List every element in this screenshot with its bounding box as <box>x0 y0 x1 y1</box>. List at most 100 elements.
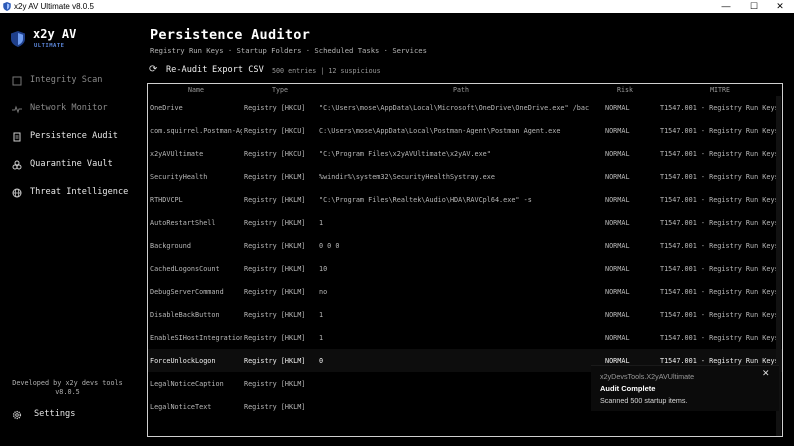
window-title: x2y AV Ultimate v8.0.5 <box>14 2 94 11</box>
cell-path: 0 <box>319 357 324 365</box>
cell-name: DisableBackButton <box>150 311 220 319</box>
sidebar-item-persistence-audit[interactable]: Persistence Audit <box>0 126 135 148</box>
cell-type: Registry [HKLM] <box>244 311 306 319</box>
cell-path: %windir%\system32\SecurityHealthSystray.… <box>319 173 495 181</box>
table-row[interactable]: DebugServerCommand Registry [HKLM] no NO… <box>148 280 782 303</box>
cell-mitre: T1547.001 - Registry Run Keys <box>660 288 779 296</box>
re-audit-button[interactable]: Re-Audit <box>166 65 207 75</box>
sidebar-item-label: Integrity Scan <box>30 75 103 85</box>
toast-message: Scanned 500 startup items. <box>600 396 688 405</box>
table-row[interactable]: com.squirrel.Postman-Agent Registry [HKC… <box>148 119 782 142</box>
cell-type: Registry [HKLM] <box>244 265 306 273</box>
column-header-path[interactable]: Path <box>319 86 603 94</box>
brand-edition: ULTIMATE <box>34 43 65 49</box>
entry-counts: 500 entries | 12 suspicious <box>272 67 381 75</box>
biohazard-icon <box>12 160 22 170</box>
table-row[interactable]: CachedLogonsCount Registry [HKLM] 10 NOR… <box>148 257 782 280</box>
table-row[interactable]: OneDrive Registry [HKCU] "C:\Users\mose\… <box>148 96 782 119</box>
refresh-icon[interactable]: ⟳ <box>149 64 157 75</box>
column-header-mitre[interactable]: MITRE <box>660 86 780 94</box>
sidebar-item-network-monitor[interactable]: Network Monitor <box>0 98 135 120</box>
cell-name: OneDrive <box>150 104 183 112</box>
table-row[interactable]: Background Registry [HKLM] 0 0 0 NORMAL … <box>148 234 782 257</box>
column-header-risk[interactable]: Risk <box>605 86 645 94</box>
cell-risk: NORMAL <box>605 357 630 365</box>
shield-icon <box>3 2 11 11</box>
cell-risk: NORMAL <box>605 311 630 319</box>
maximize-button[interactable]: ☐ <box>740 0 768 13</box>
export-csv-button[interactable]: Export CSV <box>212 65 264 75</box>
sidebar-item-label: Persistence Audit <box>30 131 118 141</box>
cell-name: com.squirrel.Postman-Agent <box>150 127 242 135</box>
page-subtitle: Registry Run Keys · Startup Folders · Sc… <box>150 46 427 55</box>
scan-icon <box>12 76 22 86</box>
cell-risk: NORMAL <box>605 127 630 135</box>
cell-risk: NORMAL <box>605 173 630 181</box>
minimize-button[interactable]: — <box>712 0 740 13</box>
cell-mitre: T1547.001 - Registry Run Keys <box>660 196 779 204</box>
cell-type: Registry [HKCU] <box>244 104 306 112</box>
cell-mitre: T1547.001 - Registry Run Keys <box>660 127 779 135</box>
cell-name: x2yAVUltimate <box>150 150 204 158</box>
cell-type: Registry [HKLM] <box>244 196 306 204</box>
cell-type: Registry [HKLM] <box>244 357 306 365</box>
table-row[interactable]: AutoRestartShell Registry [HKLM] 1 NORMA… <box>148 211 782 234</box>
cell-mitre: T1547.001 - Registry Run Keys <box>660 357 779 365</box>
cell-mitre: T1547.001 - Registry Run Keys <box>660 219 779 227</box>
cell-path: C:\Users\mose\AppData\Local\Postman-Agen… <box>319 127 561 135</box>
table-row[interactable]: SecurityHealth Registry [HKLM] %windir%\… <box>148 165 782 188</box>
cell-type: Registry [HKCU] <box>244 127 306 135</box>
table-row[interactable]: EnableSIHostIntegration Registry [HKLM] … <box>148 326 782 349</box>
cell-risk: NORMAL <box>605 265 630 273</box>
sidebar-item-label: Threat Intelligence <box>30 187 129 197</box>
globe-icon <box>12 188 22 198</box>
cell-name: LegalNoticeCaption <box>150 380 224 388</box>
cell-type: Registry [HKLM] <box>244 242 306 250</box>
cell-risk: NORMAL <box>605 150 630 158</box>
sidebar-item-settings[interactable]: Settings <box>0 404 135 426</box>
cell-name: CachedLogonsCount <box>150 265 220 273</box>
cell-type: Registry [HKLM] <box>244 219 306 227</box>
sidebar: x2y AV ULTIMATE Integrity Scan Network M… <box>0 13 135 446</box>
cell-type: Registry [HKLM] <box>244 288 306 296</box>
cell-risk: NORMAL <box>605 242 630 250</box>
sidebar-item-integrity-scan[interactable]: Integrity Scan <box>0 70 135 92</box>
cell-type: Registry [HKCU] <box>244 150 306 158</box>
shield-logo-icon <box>11 31 25 47</box>
version-label: v8.0.5 <box>55 388 80 396</box>
close-button[interactable]: ✕ <box>766 0 794 13</box>
toast-app-name: x2yDevsTools.X2yAVUltimate <box>600 372 695 381</box>
cell-risk: NORMAL <box>605 334 630 342</box>
cell-name: SecurityHealth <box>150 173 208 181</box>
table-row[interactable]: DisableBackButton Registry [HKLM] 1 NORM… <box>148 303 782 326</box>
sidebar-item-label: Network Monitor <box>30 103 108 113</box>
cell-mitre: T1547.001 - Registry Run Keys <box>660 104 779 112</box>
sidebar-item-threat-intelligence[interactable]: Threat Intelligence <box>0 182 135 204</box>
cell-mitre: T1547.001 - Registry Run Keys <box>660 173 779 181</box>
cell-path: no <box>319 288 328 296</box>
cell-path: 0 0 0 <box>319 242 340 250</box>
toast-notification[interactable]: x2yDevsTools.X2yAVUltimate ✕ Audit Compl… <box>591 365 779 411</box>
column-header-type[interactable]: Type <box>244 86 316 94</box>
gear-icon <box>12 410 22 420</box>
cell-mitre: T1547.001 - Registry Run Keys <box>660 334 779 342</box>
table-row[interactable]: x2yAVUltimate Registry [HKCU] "C:\Progra… <box>148 142 782 165</box>
cell-risk: NORMAL <box>605 219 630 227</box>
sidebar-item-quarantine-vault[interactable]: Quarantine Vault <box>0 154 135 176</box>
cell-type: Registry [HKLM] <box>244 403 306 411</box>
toast-close-button[interactable]: ✕ <box>762 368 770 379</box>
pulse-icon <box>12 105 22 114</box>
cell-name: AutoRestartShell <box>150 219 216 227</box>
cell-type: Registry [HKLM] <box>244 334 306 342</box>
cell-mitre: T1547.001 - Registry Run Keys <box>660 150 779 158</box>
brand-name: x2y AV <box>33 27 77 41</box>
column-header-name[interactable]: Name <box>150 86 242 94</box>
window-titlebar: x2y AV Ultimate v8.0.5 — ☐ ✕ <box>0 0 794 13</box>
table-row[interactable]: RTHDVCPL Registry [HKLM] "C:\Program Fil… <box>148 188 782 211</box>
sidebar-item-label: Quarantine Vault <box>30 159 113 169</box>
cell-risk: NORMAL <box>605 104 630 112</box>
developer-credit: Developed by x2y devs tools <box>12 379 123 387</box>
cell-mitre: T1547.001 - Registry Run Keys <box>660 265 779 273</box>
cell-name: EnableSIHostIntegration <box>150 334 242 342</box>
toast-title: Audit Complete <box>600 384 656 393</box>
